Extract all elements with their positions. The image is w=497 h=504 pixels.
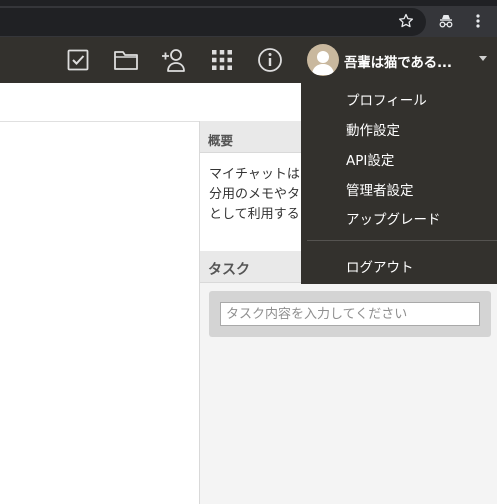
- divider: [0, 121, 200, 122]
- folder-icon[interactable]: [112, 46, 140, 74]
- menu-item-behavior-settings[interactable]: 動作設定: [346, 119, 400, 139]
- menu-item-upgrade[interactable]: アップグレード: [346, 208, 441, 228]
- menu-item-profile[interactable]: プロフィール: [346, 89, 427, 109]
- add-user-icon[interactable]: [160, 46, 188, 74]
- browser-toolbar: [0, 6, 497, 37]
- bookmark-star-icon[interactable]: [396, 11, 416, 31]
- browser-menu-icon[interactable]: [468, 11, 488, 31]
- task-input[interactable]: [220, 302, 480, 326]
- screen: 吾輩は猫である... 概要 マイチャットは 分用のメモやタ として利用する タス…: [0, 0, 497, 504]
- avatar: [307, 44, 339, 76]
- user-menu-button[interactable]: 吾輩は猫である...: [301, 37, 497, 83]
- summary-title: 概要: [208, 133, 234, 148]
- address-bar[interactable]: [0, 8, 426, 36]
- menu-item-api-settings[interactable]: API設定: [346, 149, 394, 169]
- menu-divider: [307, 240, 497, 241]
- menu-item-admin-settings[interactable]: 管理者設定: [346, 179, 414, 199]
- user-dropdown-menu: プロフィール 動作設定 API設定 管理者設定 アップグレード ログアウト: [301, 83, 497, 284]
- logout-button[interactable]: ログアウト: [346, 256, 414, 276]
- summary-text: マイチャットは: [209, 167, 300, 182]
- chevron-down-icon: [479, 56, 487, 61]
- main-content: [0, 83, 200, 504]
- summary-text: 分用のメモやタ: [209, 187, 301, 202]
- app-header: 吾輩は猫である...: [0, 37, 497, 83]
- task-entry-box: [209, 291, 491, 337]
- incognito-icon[interactable]: [436, 11, 456, 31]
- task-checkbox-icon[interactable]: [64, 46, 92, 74]
- info-icon[interactable]: [256, 46, 284, 74]
- user-name: 吾輩は猫である...: [344, 55, 452, 71]
- tasks-title: タスク: [208, 262, 250, 278]
- summary-text: として利用する: [209, 207, 300, 222]
- apps-grid-icon[interactable]: [208, 46, 236, 74]
